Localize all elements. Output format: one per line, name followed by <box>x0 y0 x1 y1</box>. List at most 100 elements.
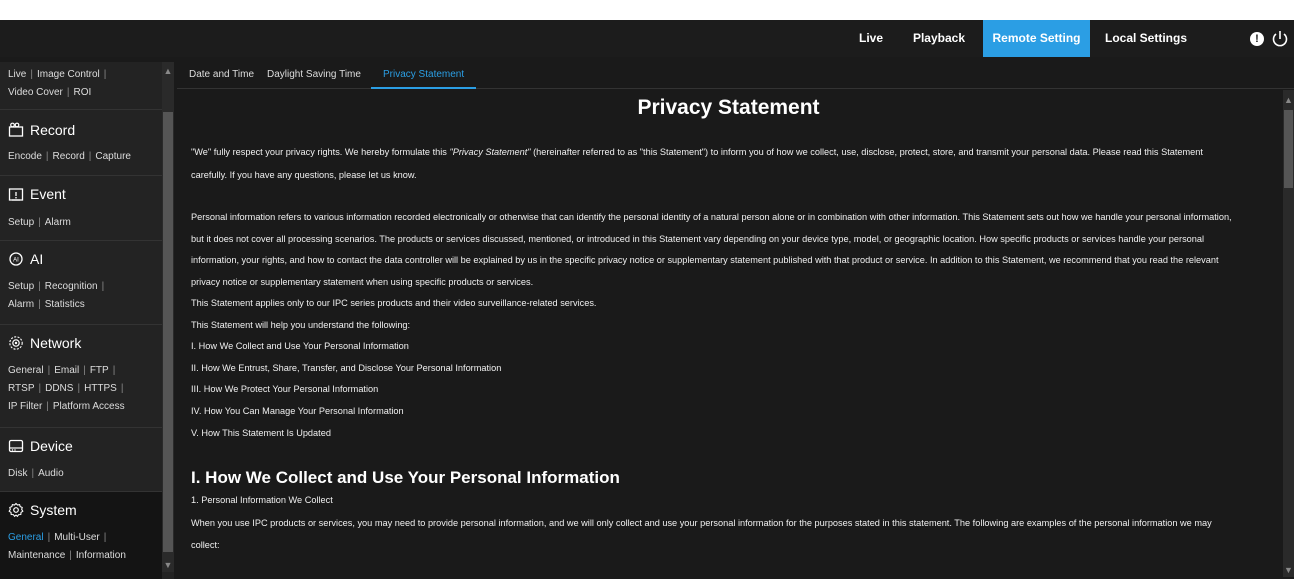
sidebar-section-live: Live | Image Control | Video Cover | ROI <box>0 62 162 110</box>
paragraph-line: collect: <box>191 540 220 550</box>
sidebar-heading-label: System <box>30 502 77 518</box>
sidebar-link-https[interactable]: HTTPS <box>84 383 117 394</box>
sidebar-heading-label: Event <box>30 186 66 202</box>
sidebar-heading-network[interactable]: Network <box>8 333 81 353</box>
subsection-heading: 1. Personal Information We Collect <box>191 495 333 505</box>
separator: | <box>38 217 41 228</box>
sidebar-heading-label: Device <box>30 438 73 454</box>
separator: | <box>66 87 70 98</box>
tab-privacy-statement[interactable]: Privacy Statement <box>371 62 477 89</box>
chevron-up-icon[interactable]: ▲ <box>1284 95 1293 105</box>
sidebar-link-multi-user[interactable]: Multi-User <box>54 532 100 543</box>
separator: | <box>47 532 51 543</box>
sidebar-link-setup[interactable]: Setup <box>8 217 34 228</box>
sidebar-link-rtsp[interactable]: RTSP <box>8 383 35 394</box>
sidebar-link-general[interactable]: General <box>8 532 44 543</box>
sidebar-link-capture[interactable]: Capture <box>95 151 131 162</box>
chevron-down-icon[interactable]: ▼ <box>1284 565 1293 575</box>
content-scrollbar-thumb[interactable] <box>1284 110 1293 188</box>
sidebar-section-ai: AI AI Setup | Recognition | Alarm | Statistic… <box>0 241 162 325</box>
sidebar-system-links: General | Multi-User | <box>8 529 110 547</box>
sidebar-link-alarm[interactable]: Alarm <box>45 217 71 228</box>
section-heading: I. How We Collect and Use Your Personal … <box>191 468 620 487</box>
separator: | <box>31 468 35 479</box>
sidebar-link-audio[interactable]: Audio <box>38 468 64 479</box>
separator: | <box>30 69 33 80</box>
sidebar-link-maintenance[interactable]: Maintenance <box>8 550 65 561</box>
toc-item: V. How This Statement Is Updated <box>191 428 331 438</box>
sidebar-link-encode[interactable]: Encode <box>8 151 42 162</box>
separator: | <box>120 383 124 394</box>
alert-icon[interactable]: ! <box>1250 32 1264 46</box>
sidebar-link-record[interactable]: Record <box>53 151 85 162</box>
nav-live[interactable]: Live <box>848 20 894 57</box>
sidebar-link-ddns[interactable]: DDNS <box>45 383 73 394</box>
sidebar-link-platform-access[interactable]: Platform Access <box>53 401 125 412</box>
sidebar-scrollbar-thumb[interactable] <box>163 112 173 552</box>
chevron-down-icon[interactable]: ▼ <box>163 560 173 570</box>
sidebar-link-alarm[interactable]: Alarm <box>8 299 34 310</box>
sidebar-heading-record[interactable]: Record <box>8 120 75 140</box>
sidebar-section-device: Device Disk | Audio <box>0 428 162 492</box>
power-icon[interactable] <box>1270 29 1290 49</box>
privacy-statement-content: Privacy Statement "We" fully respect you… <box>177 90 1280 579</box>
toc-item: IV. How You Can Manage Your Personal Inf… <box>191 406 404 416</box>
separator: | <box>45 151 49 162</box>
sidebar-link-statistics[interactable]: Statistics <box>45 299 85 310</box>
sidebar-ai-links-2: Alarm | Statistics <box>8 296 85 314</box>
sidebar-section-system: System General | Multi-User | Maintenance | I… <box>0 492 162 579</box>
settings-tabs: Date and Time Daylight Saving Time Priva… <box>177 62 1294 89</box>
sidebar-link-roi[interactable]: ROI <box>73 87 91 98</box>
sidebar-heading-label: Record <box>30 122 76 138</box>
sidebar-heading-ai[interactable]: AI AI <box>8 249 43 269</box>
sidebar-record-links: Encode | Record | Capture <box>8 148 131 166</box>
sidebar: Live | Image Control | Video Cover | ROI Reco… <box>0 62 174 579</box>
nav-playback[interactable]: Playback <box>902 20 976 57</box>
sidebar-link-information[interactable]: Information <box>76 550 126 561</box>
toc-item: III. How We Protect Your Personal Inform… <box>191 384 379 394</box>
separator: | <box>46 401 49 412</box>
separator: | <box>77 383 81 394</box>
sidebar-link-general[interactable]: General <box>8 365 44 376</box>
sidebar-link-ip-filter[interactable]: IP Filter <box>8 401 42 412</box>
nav-remote-setting[interactable]: Remote Setting <box>983 20 1090 57</box>
separator: | <box>88 151 92 162</box>
record-icon <box>8 122 24 137</box>
separator: | <box>101 281 105 292</box>
top-navigation-bar: Live Playback Remote Setting Local Setti… <box>0 20 1294 57</box>
nav-local-settings[interactable]: Local Settings <box>1096 20 1196 57</box>
separator: | <box>103 532 107 543</box>
page-title: Privacy Statement <box>637 96 820 119</box>
sidebar-link-disk[interactable]: Disk <box>8 468 27 479</box>
paragraph-line: privacy notice or supplementary statemen… <box>191 277 534 287</box>
sidebar-section-record: Record Encode | Record | Capture <box>0 110 162 176</box>
sidebar-link-ftp[interactable]: FTP <box>90 365 109 376</box>
sidebar-network-links-2: RTSP | DDNS | HTTPS | <box>8 380 127 398</box>
toc-item: II. How We Entrust, Share, Transfer, and… <box>191 363 502 373</box>
paragraph-line: This Statement applies only to our IPC s… <box>191 298 597 308</box>
sidebar-link-video-cover[interactable]: Video Cover <box>8 87 63 98</box>
separator: | <box>38 299 41 310</box>
separator: | <box>83 365 86 376</box>
tab-daylight-saving-time[interactable]: Daylight Saving Time <box>267 62 361 89</box>
paragraph-line: information, your rights, and how to con… <box>191 255 1219 265</box>
sidebar-heading-event[interactable]: Event <box>8 184 66 204</box>
sidebar-network-links-3: IP Filter | Platform Access <box>8 398 125 416</box>
tab-date-and-time[interactable]: Date and Time <box>189 62 254 89</box>
sidebar-device-links: Disk | Audio <box>8 465 64 483</box>
sidebar-link-live[interactable]: Live <box>8 69 26 80</box>
sidebar-heading-system[interactable]: System <box>8 500 77 520</box>
sidebar-link-recognition[interactable]: Recognition <box>45 281 98 292</box>
separator: | <box>38 281 41 292</box>
sidebar-link-setup[interactable]: Setup <box>8 281 34 292</box>
sidebar-link-image-control[interactable]: Image Control <box>37 69 100 80</box>
chevron-up-icon[interactable]: ▲ <box>163 66 173 76</box>
sidebar-heading-label: AI <box>30 251 44 267</box>
sidebar-heading-device[interactable]: Device <box>8 436 73 456</box>
device-icon <box>8 439 24 453</box>
intro-text: "We" fully respect your privacy rights. … <box>191 147 450 157</box>
sidebar-link-email[interactable]: Email <box>54 365 79 376</box>
sidebar-section-network: Network General | Email | FTP | RTSP | DDNS | HTT… <box>0 325 162 428</box>
separator: | <box>47 365 51 376</box>
gear-icon <box>8 502 24 518</box>
